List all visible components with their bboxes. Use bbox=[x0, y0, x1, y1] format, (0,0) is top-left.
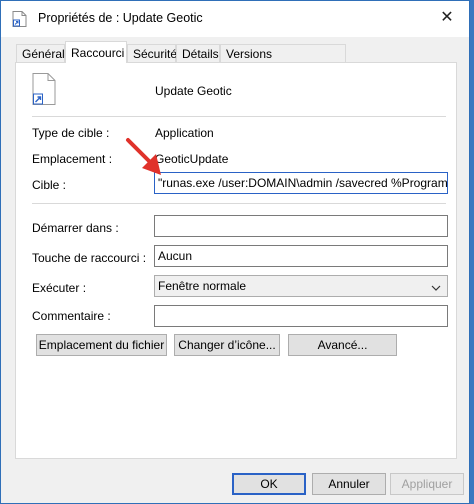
tab-details[interactable]: Détails bbox=[176, 44, 220, 62]
start-in-label: Démarrer dans : bbox=[32, 221, 119, 235]
chevron-down-icon bbox=[431, 279, 441, 291]
run-select-value: Fenêtre normale bbox=[158, 279, 247, 293]
run-select[interactable]: Fenêtre normale bbox=[154, 275, 448, 297]
title-bar: Propriétés de : Update Geotic ✕ bbox=[1, 1, 469, 37]
run-label: Exécuter : bbox=[32, 281, 87, 295]
ok-button[interactable]: OK bbox=[232, 473, 306, 495]
separator-middle bbox=[32, 203, 446, 204]
cancel-button[interactable]: Annuler bbox=[312, 473, 386, 495]
tab-security[interactable]: Sécurité bbox=[127, 44, 177, 62]
advanced-button[interactable]: Avancé... bbox=[288, 334, 397, 356]
hotkey-field[interactable]: Aucun bbox=[154, 245, 448, 267]
location-value: GeoticUpdate bbox=[155, 152, 229, 166]
shortcut-file-icon bbox=[12, 11, 27, 27]
comment-label: Commentaire : bbox=[32, 309, 111, 323]
tab-general[interactable]: Général bbox=[16, 44, 65, 62]
start-in-field[interactable] bbox=[154, 215, 448, 237]
target-type-label: Type de cible : bbox=[32, 126, 110, 140]
properties-dialog: Propriétés de : Update Geotic ✕ Général … bbox=[0, 0, 470, 504]
separator-top bbox=[32, 116, 446, 117]
open-file-location-button[interactable]: Emplacement du fichier bbox=[36, 334, 167, 356]
location-label: Emplacement : bbox=[32, 152, 113, 166]
target-label: Cible : bbox=[32, 178, 67, 192]
window-title: Propriétés de : Update Geotic bbox=[38, 11, 203, 25]
close-button[interactable]: ✕ bbox=[425, 1, 469, 33]
shortcut-panel: Update Geotic Type de cible : Applicatio… bbox=[15, 62, 457, 459]
shortcut-name: Update Geotic bbox=[155, 84, 232, 98]
annotation-arrow-icon bbox=[126, 138, 161, 175]
comment-field[interactable] bbox=[154, 305, 448, 327]
shortcut-large-icon bbox=[32, 73, 56, 105]
target-field[interactable]: "runas.exe /user:DOMAIN\admin /savecred … bbox=[154, 172, 448, 194]
apply-button[interactable]: Appliquer bbox=[390, 473, 464, 495]
change-icon-button[interactable]: Changer d’icône... bbox=[174, 334, 280, 356]
tab-shortcut[interactable]: Raccourci bbox=[65, 41, 127, 63]
close-icon: ✕ bbox=[440, 9, 454, 26]
tab-previous-versions[interactable]: Versions précédentes bbox=[220, 44, 346, 79]
hotkey-label: Touche de raccourci : bbox=[32, 251, 147, 265]
